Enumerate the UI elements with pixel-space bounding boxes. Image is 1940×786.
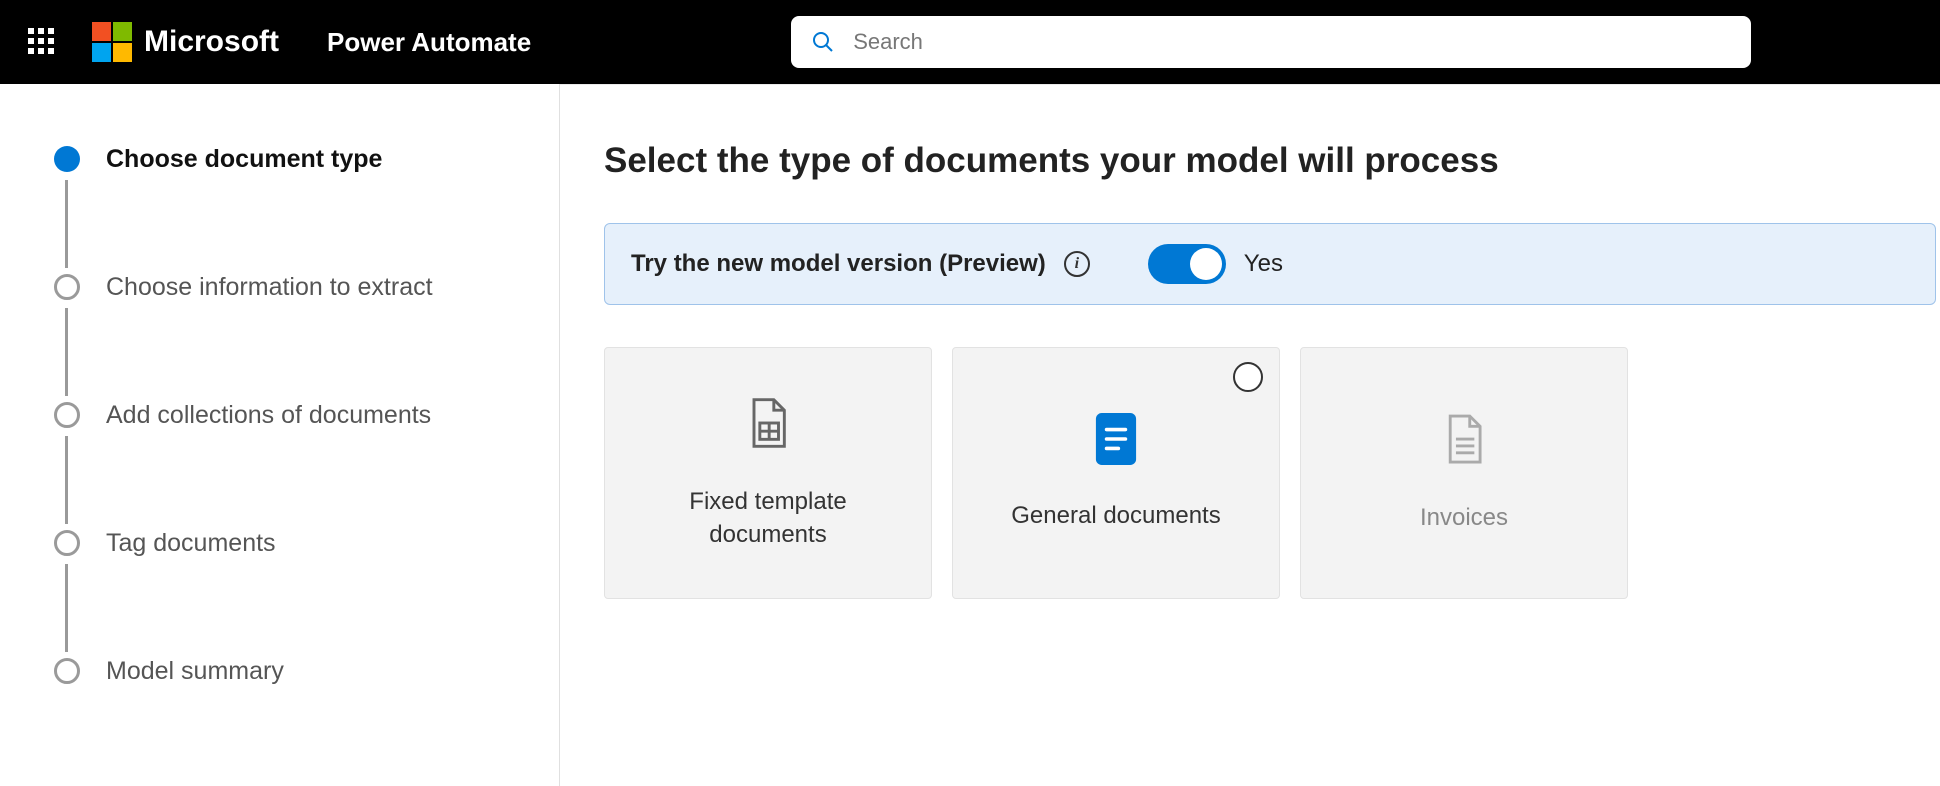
search-input[interactable] <box>853 29 1731 55</box>
microsoft-logo-icon <box>92 22 132 62</box>
doc-type-card-label: General documents <box>983 500 1248 532</box>
microsoft-logo: Microsoft <box>92 22 279 62</box>
doc-type-card[interactable]: Invoices <box>1300 347 1628 599</box>
card-radio-icon[interactable] <box>1233 362 1263 392</box>
step-connector <box>65 180 68 268</box>
page-title: Select the type of documents your model … <box>604 141 1940 181</box>
doc-type-card-label: Invoices <box>1392 502 1536 534</box>
search-icon <box>811 30 835 54</box>
step-connector <box>65 436 68 524</box>
info-icon[interactable]: i <box>1064 251 1090 277</box>
wizard-step-label: Choose document type <box>106 146 382 172</box>
step-connector <box>65 564 68 652</box>
wizard-step-label: Model summary <box>106 658 284 684</box>
step-bullet-icon <box>54 530 80 556</box>
search-box[interactable] <box>791 16 1751 68</box>
invoice-doc-icon <box>1441 411 1487 472</box>
general-doc-icon <box>1095 413 1137 470</box>
wizard-step-label: Add collections of documents <box>106 402 431 428</box>
doc-type-card-label: Fixed template documents <box>605 486 931 551</box>
step-connector <box>65 308 68 396</box>
app-name: Power Automate <box>327 27 531 58</box>
preview-toggle-label: Yes <box>1244 250 1283 278</box>
step-bullet-icon <box>54 146 80 172</box>
preview-banner: Try the new model version (Preview) i Ye… <box>604 223 1936 305</box>
template-doc-icon <box>743 395 793 456</box>
wizard-step[interactable]: Model summary <box>54 658 519 684</box>
wizard-sidebar: Choose document type Choose information t… <box>0 84 560 786</box>
preview-banner-text: Try the new model version (Preview) <box>631 250 1046 278</box>
microsoft-brand-text: Microsoft <box>144 25 279 59</box>
doc-type-card[interactable]: General documents <box>952 347 1280 599</box>
wizard-step[interactable]: Choose document type <box>54 146 519 274</box>
wizard-step-label: Choose information to extract <box>106 274 433 300</box>
wizard-step[interactable]: Choose information to extract <box>54 274 519 402</box>
doc-type-card[interactable]: Fixed template documents <box>604 347 932 599</box>
preview-toggle[interactable] <box>1148 244 1226 284</box>
step-bullet-icon <box>54 274 80 300</box>
step-bullet-icon <box>54 658 80 684</box>
step-bullet-icon <box>54 402 80 428</box>
app-launcher-icon[interactable] <box>28 28 56 56</box>
wizard-step[interactable]: Add collections of documents <box>54 402 519 530</box>
main-content: Select the type of documents your model … <box>560 84 1940 786</box>
wizard-step[interactable]: Tag documents <box>54 530 519 658</box>
app-header: Microsoft Power Automate <box>0 0 1940 84</box>
wizard-step-label: Tag documents <box>106 530 276 556</box>
